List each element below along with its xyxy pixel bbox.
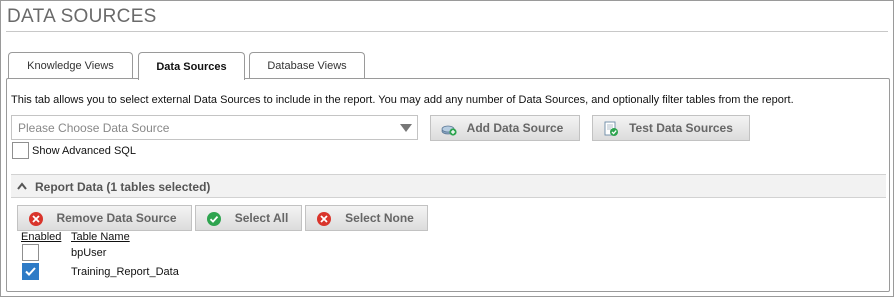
row-enabled-checkbox-bpuser[interactable] (22, 244, 39, 261)
show-advanced-sql-checkbox[interactable] (12, 142, 29, 159)
data-sources-window: DATA SOURCES Knowledge Views Data Source… (0, 0, 894, 297)
row-enabled-checkbox-training-report-data[interactable] (22, 263, 39, 280)
data-source-select-placeholder: Please Choose Data Source (18, 121, 170, 135)
test-data-sources-label: Test Data Sources (629, 121, 733, 135)
select-all-button[interactable]: Select All (195, 205, 302, 231)
select-none-button[interactable]: Select None (305, 205, 428, 231)
page-title: DATA SOURCES (7, 6, 157, 27)
show-advanced-sql-label: Show Advanced SQL (32, 145, 136, 157)
test-data-sources-button[interactable]: Test Data Sources (592, 115, 750, 141)
tab-data-sources[interactable]: Data Sources (138, 52, 245, 80)
add-data-source-label: Add Data Source (466, 121, 564, 135)
remove-data-source-button[interactable]: Remove Data Source (17, 205, 192, 231)
add-data-source-button[interactable]: Add Data Source (430, 115, 580, 141)
select-none-label: Select None (345, 211, 414, 225)
tab-description: This tab allows you to select external D… (11, 94, 794, 106)
remove-data-source-label: Remove Data Source (56, 211, 177, 225)
tab-database-views[interactable]: Database Views (249, 52, 365, 79)
caret-up-icon (17, 182, 27, 190)
select-all-label: Select All (234, 211, 289, 225)
dropdown-arrow-icon (400, 124, 412, 132)
table-name-cell: bpUser (71, 247, 107, 259)
tab-knowledge-views[interactable]: Knowledge Views (8, 52, 133, 79)
data-source-select[interactable]: Please Choose Data Source (11, 115, 418, 140)
table-name-cell: Training_Report_Data (71, 266, 179, 278)
column-header-table-name[interactable]: Table Name (71, 231, 130, 243)
report-data-title: Report Data (1 tables selected) (35, 180, 211, 194)
title-divider (6, 31, 888, 32)
checkmark-icon (25, 267, 36, 276)
column-header-enabled[interactable]: Enabled (21, 231, 61, 243)
report-data-section-header[interactable]: Report Data (1 tables selected) (11, 174, 886, 198)
